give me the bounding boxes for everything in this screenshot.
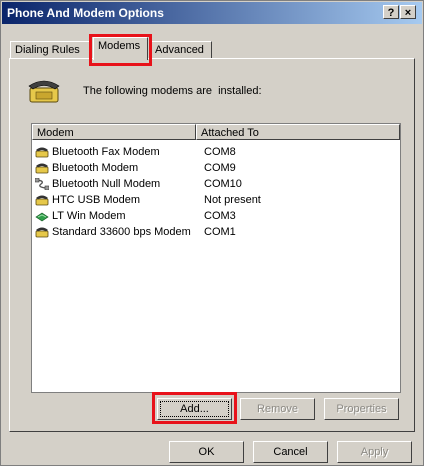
list-item[interactable]: Bluetooth Null Modem COM10 bbox=[34, 176, 394, 192]
phone-modem-icon bbox=[35, 162, 49, 174]
modem-name: Bluetooth Null Modem bbox=[52, 178, 161, 190]
add-button[interactable]: Add... bbox=[157, 398, 232, 420]
column-header-modem[interactable]: Modem bbox=[32, 124, 196, 140]
phone-modem-icon bbox=[35, 194, 49, 206]
tab-modems[interactable]: Modems bbox=[93, 37, 148, 60]
cancel-button[interactable]: Cancel bbox=[253, 441, 328, 463]
window-title: Phone And Modem Options bbox=[7, 6, 164, 20]
null-modem-cable-icon bbox=[34, 177, 50, 191]
modem-port: COM10 bbox=[204, 178, 242, 190]
list-item[interactable]: Bluetooth Modem COM9 bbox=[34, 160, 394, 176]
remove-button[interactable]: Remove bbox=[240, 398, 315, 420]
intro-text: The following modems are installed: bbox=[83, 85, 262, 97]
phone-modem-icon bbox=[35, 226, 49, 238]
apply-button[interactable]: Apply bbox=[337, 441, 412, 463]
phone-modem-icon bbox=[27, 78, 61, 104]
modem-port: COM3 bbox=[204, 210, 236, 222]
column-header-attached-to[interactable]: Attached To bbox=[196, 124, 400, 140]
title-bar[interactable]: Phone And Modem Options ? × bbox=[2, 2, 422, 24]
phone-modem-icon bbox=[35, 146, 49, 158]
modem-port: COM8 bbox=[204, 146, 236, 158]
list-item[interactable]: LT Win Modem COM3 bbox=[34, 208, 394, 224]
list-item[interactable]: Bluetooth Fax Modem COM8 bbox=[34, 144, 394, 160]
modem-port: COM9 bbox=[204, 162, 236, 174]
phone-and-modem-options-dialog: Phone And Modem Options ? × Dialing Rule… bbox=[0, 0, 424, 466]
modem-port: Not present bbox=[204, 194, 261, 206]
modem-name: HTC USB Modem bbox=[52, 194, 141, 206]
modem-name: Bluetooth Modem bbox=[52, 162, 139, 174]
properties-button[interactable]: Properties bbox=[324, 398, 399, 420]
modem-name: LT Win Modem bbox=[52, 210, 126, 222]
modems-list[interactable]: Modem Attached To Bluetooth Fax Modem CO… bbox=[31, 123, 401, 393]
help-button[interactable]: ? bbox=[383, 5, 399, 19]
modem-name: Bluetooth Fax Modem bbox=[52, 146, 160, 158]
list-item[interactable]: HTC USB Modem Not present bbox=[34, 192, 394, 208]
list-item[interactable]: Standard 33600 bps Modem COM1 bbox=[34, 224, 394, 240]
ok-button[interactable]: OK bbox=[169, 441, 244, 463]
close-button[interactable]: × bbox=[400, 5, 416, 19]
modem-port: COM1 bbox=[204, 226, 236, 238]
green-modem-icon bbox=[35, 210, 49, 222]
modem-name: Standard 33600 bps Modem bbox=[52, 226, 191, 238]
